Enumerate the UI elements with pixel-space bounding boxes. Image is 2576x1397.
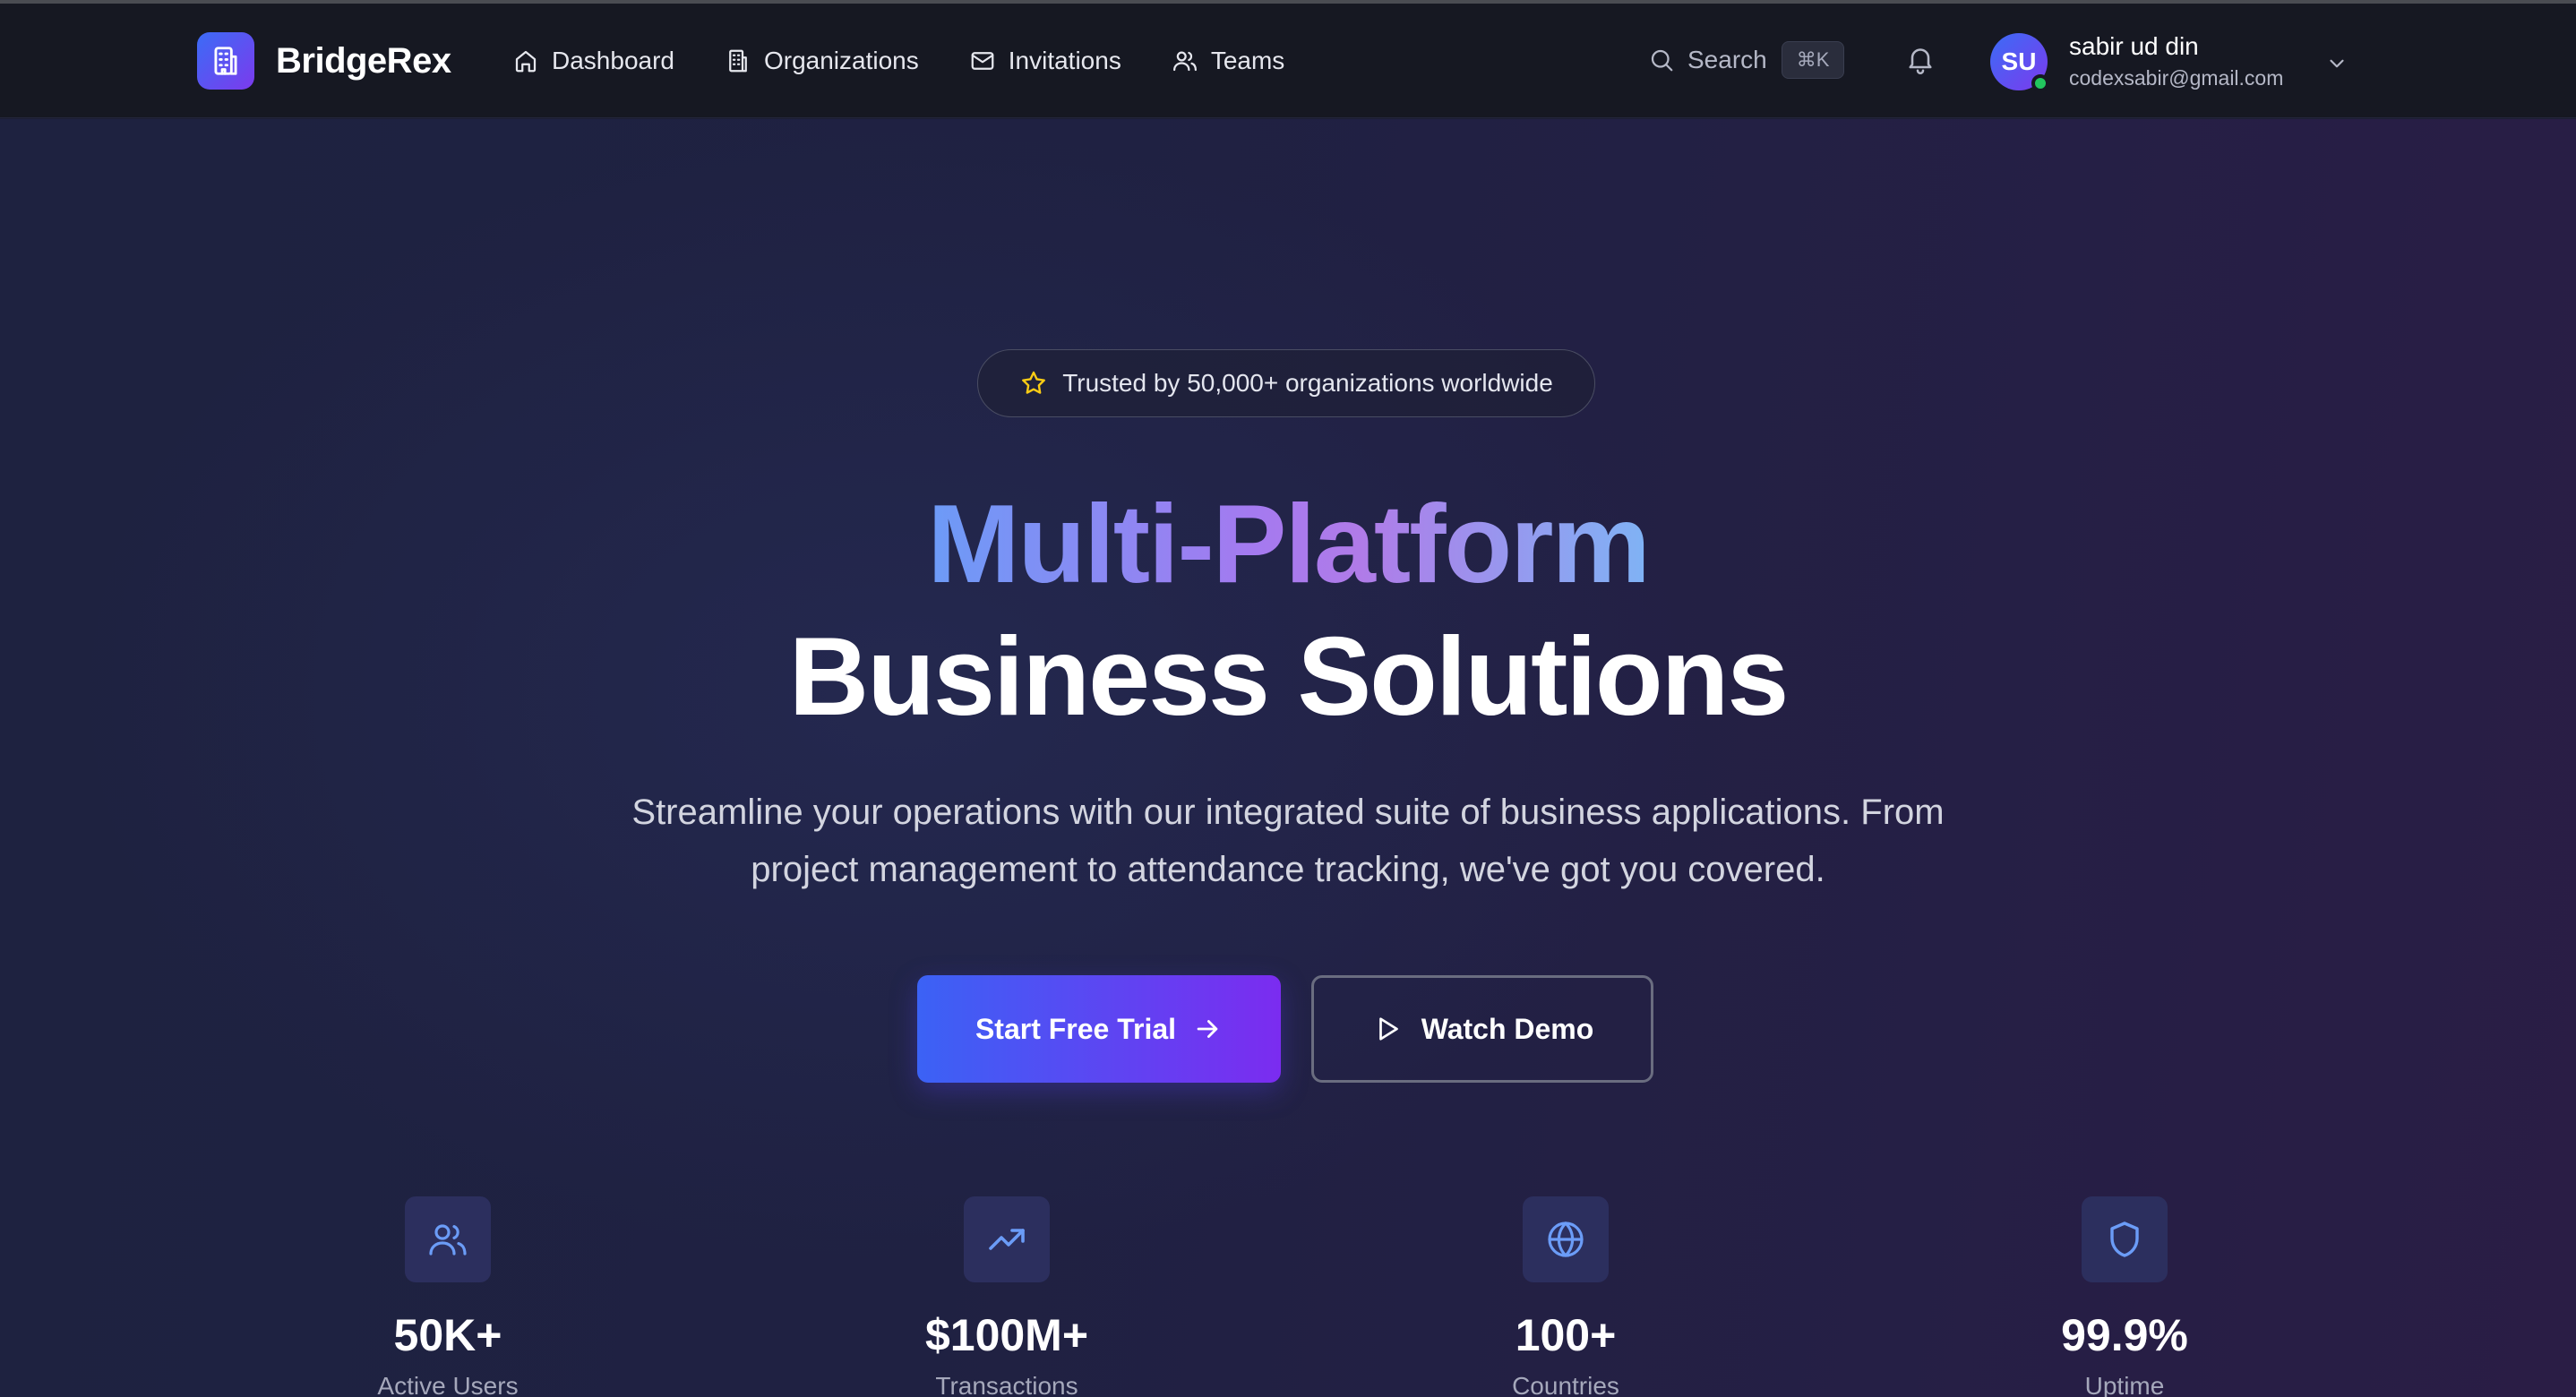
stat-label: Countries: [1512, 1372, 1619, 1397]
user-menu[interactable]: SU sabir ud din codexsabir@gmail.com: [1990, 32, 2283, 92]
hero-subtitle: Streamline your operations with our inte…: [571, 784, 2005, 898]
stat-uptime: 99.9% Uptime: [1945, 1196, 2304, 1397]
home-icon: [515, 50, 537, 73]
stat-icon-box: [964, 1196, 1050, 1282]
building-logo-icon: [197, 32, 254, 90]
hero-title-highlight: Multi-Platform: [0, 477, 2576, 612]
nav-item-invitations[interactable]: Invitations: [969, 47, 1121, 75]
stat-label: Uptime: [2084, 1372, 2165, 1397]
notifications-button[interactable]: [1904, 43, 1936, 80]
nav-item-organizations[interactable]: Organizations: [725, 47, 919, 75]
stat-countries: 100+ Countries: [1387, 1196, 1745, 1397]
watch-demo-label: Watch Demo: [1421, 1012, 1594, 1045]
search-label: Search: [1687, 46, 1767, 73]
star-icon: [1022, 371, 1046, 394]
stat-value: 50K+: [393, 1310, 502, 1360]
stat-value: 100+: [1515, 1310, 1617, 1360]
stat-icon-box: [405, 1196, 491, 1282]
avatar-initials: SU: [2001, 47, 2037, 75]
user-info: sabir ud din codexsabir@gmail.com: [2069, 32, 2283, 90]
hero-title-line2: Business Solutions: [788, 615, 1790, 739]
hero-section: Trusted by 50,000+ organizations worldwi…: [0, 119, 2576, 1397]
stat-transactions: $100M+ Transactions: [828, 1196, 1186, 1397]
hero-subtitle-line1: Streamline your operations with our inte…: [631, 793, 1945, 832]
stat-icon-box: [1523, 1196, 1609, 1282]
search-shortcut: ⌘K: [1781, 41, 1845, 79]
search-icon: [1651, 49, 1673, 72]
avatar: SU: [1990, 32, 2049, 92]
trust-badge-text: Trusted by 50,000+ organizations worldwi…: [1062, 369, 1553, 397]
stat-label: Active Users: [377, 1372, 519, 1397]
nav-item-label: Dashboard: [552, 47, 674, 74]
globe-icon: [1548, 1221, 1584, 1257]
search-button[interactable]: Search ⌘K: [1648, 41, 1845, 79]
stat-value: $100M+: [924, 1310, 1089, 1360]
bell-icon: [1909, 48, 1932, 74]
stat-active-users: 50K+ Active Users: [269, 1196, 627, 1397]
nav-item-label: Invitations: [1008, 47, 1121, 74]
arrow-right-icon: [1197, 1020, 1218, 1038]
stat-value: 99.9%: [2061, 1310, 2188, 1360]
users-icon: [1172, 51, 1197, 72]
online-status-dot: [2031, 73, 2049, 92]
top-navbar: BridgeRex Dashboard Organizations Invita…: [0, 4, 2576, 118]
users-icon: [429, 1224, 467, 1256]
brand[interactable]: BridgeRex: [197, 32, 451, 90]
stat-icon-box: [2082, 1196, 2168, 1282]
user-email: codexsabir@gmail.com: [2069, 66, 2284, 90]
nav-item-label: Teams: [1210, 47, 1285, 74]
shield-icon: [2110, 1221, 2139, 1257]
play-icon: [1378, 1017, 1398, 1041]
main-nav: Dashboard Organizations Invitations Team…: [512, 4, 1335, 118]
building-icon: [729, 49, 747, 73]
nav-item-dashboard[interactable]: Dashboard: [512, 47, 674, 75]
trust-badge: Trusted by 50,000+ organizations worldwi…: [977, 349, 1595, 417]
hero-title-line1: Multi-Platform: [927, 483, 1650, 606]
chevron-down-icon: [2330, 59, 2344, 68]
stat-label: Transactions: [935, 1372, 1078, 1397]
brand-name: BridgeRex: [276, 40, 451, 81]
mail-icon: [971, 52, 994, 70]
nav-item-teams[interactable]: Teams: [1172, 47, 1284, 75]
user-menu-toggle[interactable]: [2325, 52, 2348, 80]
start-free-trial-label: Start Free Trial: [975, 1012, 1177, 1045]
nav-item-label: Organizations: [763, 47, 919, 74]
user-name: sabir ud din: [2069, 32, 2199, 60]
watch-demo-button[interactable]: Watch Demo: [1311, 975, 1653, 1083]
trending-up-icon: [989, 1229, 1025, 1250]
hero-subtitle-line2: project management to attendance trackin…: [751, 850, 1825, 889]
start-free-trial-button[interactable]: Start Free Trial: [917, 975, 1281, 1083]
